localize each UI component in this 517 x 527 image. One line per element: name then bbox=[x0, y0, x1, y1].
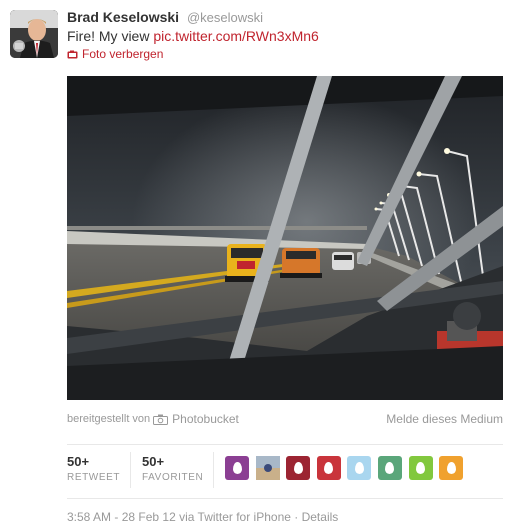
via-text: via Twitter for iPhone bbox=[175, 510, 291, 524]
favoriter-avatar[interactable] bbox=[225, 456, 249, 480]
favoriter-avatar[interactable] bbox=[347, 456, 372, 480]
divider bbox=[67, 444, 503, 445]
meta-separator: · bbox=[290, 510, 302, 524]
egg-icon bbox=[324, 462, 334, 474]
tweet-meta: 3:58 AM - 28 Feb 12 via Twitter for iPho… bbox=[67, 510, 338, 524]
provider-link[interactable]: Photobucket bbox=[172, 412, 239, 426]
tweet-time: 3:58 AM bbox=[67, 510, 112, 524]
egg-icon bbox=[354, 462, 364, 474]
stat-divider bbox=[213, 452, 214, 488]
photo-icon bbox=[67, 50, 78, 58]
tweet-date: 28 Feb 12 bbox=[121, 510, 176, 524]
time-separator: - bbox=[111, 510, 122, 524]
retweet-label: RETWEET bbox=[67, 472, 121, 483]
egg-icon bbox=[232, 462, 242, 474]
avatar[interactable] bbox=[10, 10, 58, 58]
favorites-stat[interactable]: 50+ FAVORITEN bbox=[142, 454, 203, 483]
stat-divider bbox=[130, 452, 131, 488]
egg-icon bbox=[293, 462, 303, 474]
divider bbox=[67, 498, 503, 499]
timestamp-link[interactable]: 3:58 AM - 28 Feb 12 bbox=[67, 510, 176, 524]
tweet-text-body: Fire! My view bbox=[67, 28, 154, 44]
tweet-photo[interactable] bbox=[67, 76, 503, 400]
retweet-stat[interactable]: 50+ RETWEET bbox=[67, 454, 120, 483]
photobucket-icon bbox=[153, 414, 169, 425]
tweet-text: Fire! My view pic.twitter.com/RWn3xMn6 bbox=[67, 28, 319, 44]
retweet-count: 50+ bbox=[67, 454, 90, 469]
favoriter-avatar[interactable] bbox=[408, 456, 433, 480]
tweet: Brad Keselowski @keselowski Fire! My vie… bbox=[0, 0, 517, 527]
favoriter-avatar[interactable] bbox=[255, 456, 280, 480]
favoriter-avatar[interactable] bbox=[316, 456, 341, 480]
hide-photo-button[interactable]: Foto verbergen bbox=[67, 47, 163, 61]
details-link[interactable]: Details bbox=[302, 510, 339, 524]
hide-photo-label: Foto verbergen bbox=[82, 47, 164, 61]
favorites-label: FAVORITEN bbox=[142, 472, 204, 483]
egg-icon bbox=[416, 462, 426, 474]
report-media-link[interactable]: Melde dieses Medium bbox=[386, 412, 503, 426]
favoriter-avatar[interactable] bbox=[439, 456, 464, 480]
favoriter-avatars bbox=[225, 456, 470, 480]
egg-icon bbox=[446, 462, 456, 474]
tweet-header: Brad Keselowski @keselowski bbox=[67, 9, 263, 25]
fullname[interactable]: Brad Keselowski bbox=[67, 9, 179, 25]
favoriter-avatar[interactable] bbox=[377, 456, 402, 480]
media-attribution: bereitgestellt von Photobucket bbox=[67, 412, 239, 426]
photo-avatar-icon bbox=[255, 456, 280, 480]
provided-by-label: bereitgestellt von bbox=[67, 413, 151, 425]
egg-icon bbox=[385, 462, 395, 474]
favoriter-avatar[interactable] bbox=[286, 456, 311, 480]
username[interactable]: @keselowski bbox=[187, 10, 263, 25]
tweet-media-link[interactable]: pic.twitter.com/RWn3xMn6 bbox=[153, 28, 318, 44]
favorites-count: 50+ bbox=[142, 454, 165, 469]
